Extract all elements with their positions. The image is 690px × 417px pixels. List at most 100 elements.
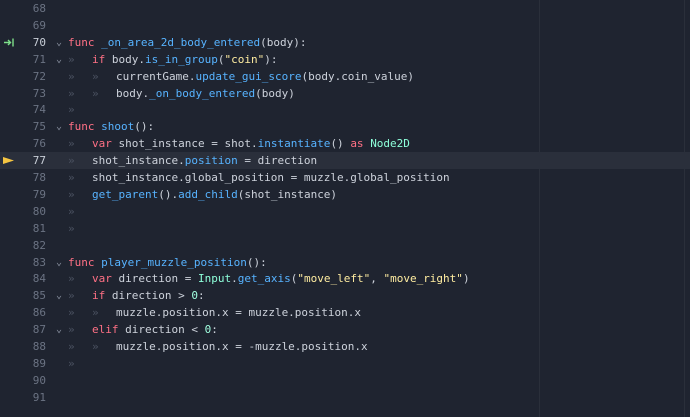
code-line[interactable]: 90 xyxy=(0,372,690,389)
code-line[interactable]: 70 ⌄ func _on_area_2d_body_entered(body): xyxy=(0,34,690,51)
tab-indent-marker: » xyxy=(68,340,75,353)
code-token: add_child xyxy=(178,187,238,201)
code-editor[interactable]: 68 69 70 ⌄ func _on_area_2d_body_entered(bod… xyxy=(0,0,690,417)
code-line[interactable]: 77 » shot_instance.position = direction xyxy=(0,152,690,170)
code-text: » shot_instance.global_position = muzzle.… xyxy=(68,169,450,186)
code-text: » if body.is_in_group("coin"): xyxy=(68,51,277,68)
code-token: () xyxy=(330,137,351,151)
code-line[interactable]: 86 » » muzzle.position.x = muzzle.position.… xyxy=(0,304,690,321)
line-number: 76 xyxy=(32,137,46,151)
tab-indent-marker: » xyxy=(68,323,75,337)
code-line[interactable]: 76 » var shot_instance = shot.instantiate(… xyxy=(0,135,690,152)
code-text: func _on_area_2d_body_entered(body): xyxy=(68,34,306,51)
code-token: (body) xyxy=(255,86,295,100)
code-line[interactable]: 75 ⌄ func shoot(): xyxy=(0,118,690,135)
fold-chevron-icon[interactable]: ⌄ xyxy=(53,34,65,51)
code-token: get_parent xyxy=(92,187,159,201)
code-token: ): xyxy=(264,52,278,66)
code-token: (body.coin_value) xyxy=(301,69,415,83)
code-line[interactable]: 81 » xyxy=(0,220,690,237)
tab-indent-marker: » xyxy=(92,340,99,353)
line-number: 79 xyxy=(32,187,46,201)
fold-chevron-icon[interactable]: ⌄ xyxy=(53,321,65,338)
tab-indent-marker: » xyxy=(68,52,75,66)
code-line[interactable]: 68 xyxy=(0,0,690,17)
code-token: (): xyxy=(134,120,155,134)
code-token: is_in_group xyxy=(145,52,218,66)
tab-indent-marker: » xyxy=(68,154,75,168)
code-token: shoot xyxy=(101,120,135,134)
line-number: 83 xyxy=(32,255,46,269)
fold-chevron-icon[interactable]: ⌄ xyxy=(53,254,65,271)
execution-pointer-icon[interactable] xyxy=(2,152,16,169)
code-token: shot_instance.global_position = muzzle.g… xyxy=(92,171,450,184)
code-token: muzzle.position.x = -muzzle.position.x xyxy=(116,340,368,353)
code-token: direction < xyxy=(125,323,205,337)
code-token: shot_instance. xyxy=(92,154,185,168)
fold-chevron-icon[interactable]: ⌄ xyxy=(53,51,65,68)
code-line[interactable]: 84» var direction = Input.get_axis("move_… xyxy=(0,270,690,287)
tab-indent-marker: » xyxy=(68,103,75,117)
tab-indent-marker: » xyxy=(68,221,75,235)
code-line[interactable]: 72 » » currentGame.update_gui_score(body.co… xyxy=(0,68,690,85)
code-line[interactable]: 71 ⌄» if body.is_in_group("coin"): xyxy=(0,51,690,68)
tab-indent-marker: » xyxy=(68,204,75,218)
code-line[interactable]: 80 » xyxy=(0,203,690,220)
code-token: get_axis xyxy=(237,272,291,286)
line-number: 74 xyxy=(32,103,46,117)
code-line[interactable]: 89 » xyxy=(0,355,690,372)
code-line[interactable]: 69 xyxy=(0,17,690,34)
code-token: func xyxy=(68,35,102,49)
code-token: _on_area_2d_body_entered xyxy=(101,35,261,49)
tab-indent-marker: » xyxy=(92,69,99,83)
code-text: » » currentGame.update_gui_score(body.coin… xyxy=(68,68,414,85)
fold-chevron-icon[interactable]: ⌄ xyxy=(53,287,65,304)
code-token: body. xyxy=(111,52,145,66)
line-number: 85 xyxy=(32,289,46,303)
code-line[interactable]: 82 xyxy=(0,237,690,254)
code-text: func player_muzzle_position(): xyxy=(68,254,267,271)
code-token: body. xyxy=(116,86,150,100)
line-number: 89 xyxy=(32,356,46,370)
line-number: 73 xyxy=(32,86,46,100)
code-text: func shoot(): xyxy=(68,118,154,135)
code-line[interactable]: 83 ⌄ func player_muzzle_position(): xyxy=(0,254,690,271)
code-token: = direction xyxy=(237,154,318,168)
line-number: 78 xyxy=(32,171,46,184)
line-number: 72 xyxy=(32,69,46,83)
line-number: 68 xyxy=(32,2,46,15)
code-token: currentGame. xyxy=(116,69,196,83)
line-number: 84 xyxy=(32,272,46,286)
code-line[interactable]: 74 » xyxy=(0,101,690,118)
tab-indent-marker: » xyxy=(68,187,75,201)
code-line[interactable]: 73 » » body._on_body_entered(body) xyxy=(0,85,690,102)
code-text: » elif direction < 0: xyxy=(68,321,218,338)
tab-indent-marker: » xyxy=(92,306,99,320)
code-text: » xyxy=(68,355,92,372)
code-token: func xyxy=(68,255,102,269)
line-number: 69 xyxy=(32,18,46,32)
tab-indent-marker: » xyxy=(68,272,75,286)
code-line[interactable]: 87 ⌄» elif direction < 0: xyxy=(0,321,690,338)
code-text: » xyxy=(68,220,92,237)
code-token: direction = xyxy=(118,272,198,286)
code-token: : xyxy=(197,289,205,303)
code-line[interactable]: 78 » shot_instance.global_position = muzzl… xyxy=(0,169,690,186)
tab-indent-marker: » xyxy=(68,289,75,303)
line-number: 77 xyxy=(32,154,46,168)
line-number: 86 xyxy=(32,306,46,320)
code-line[interactable]: 79 » get_parent().add_child(shot_instance) xyxy=(0,186,690,203)
debug-step-arrow-icon xyxy=(2,34,16,51)
code-token: if xyxy=(92,52,112,66)
code-token: Input xyxy=(197,272,232,286)
code-line[interactable]: 88 » » muzzle.position.x = -muzzle.position… xyxy=(0,338,690,355)
code-line[interactable]: 85 ⌄» if direction > 0: xyxy=(0,287,690,304)
fold-chevron-icon[interactable]: ⌄ xyxy=(53,118,65,135)
code-token: (): xyxy=(246,255,267,269)
code-text: » » muzzle.position.x = -muzzle.position.x xyxy=(68,338,368,355)
code-token: (). xyxy=(158,187,179,201)
code-token: . xyxy=(231,272,238,286)
line-number: 71 xyxy=(32,52,46,66)
code-token: ) xyxy=(462,272,470,286)
code-line[interactable]: 91 xyxy=(0,389,690,406)
